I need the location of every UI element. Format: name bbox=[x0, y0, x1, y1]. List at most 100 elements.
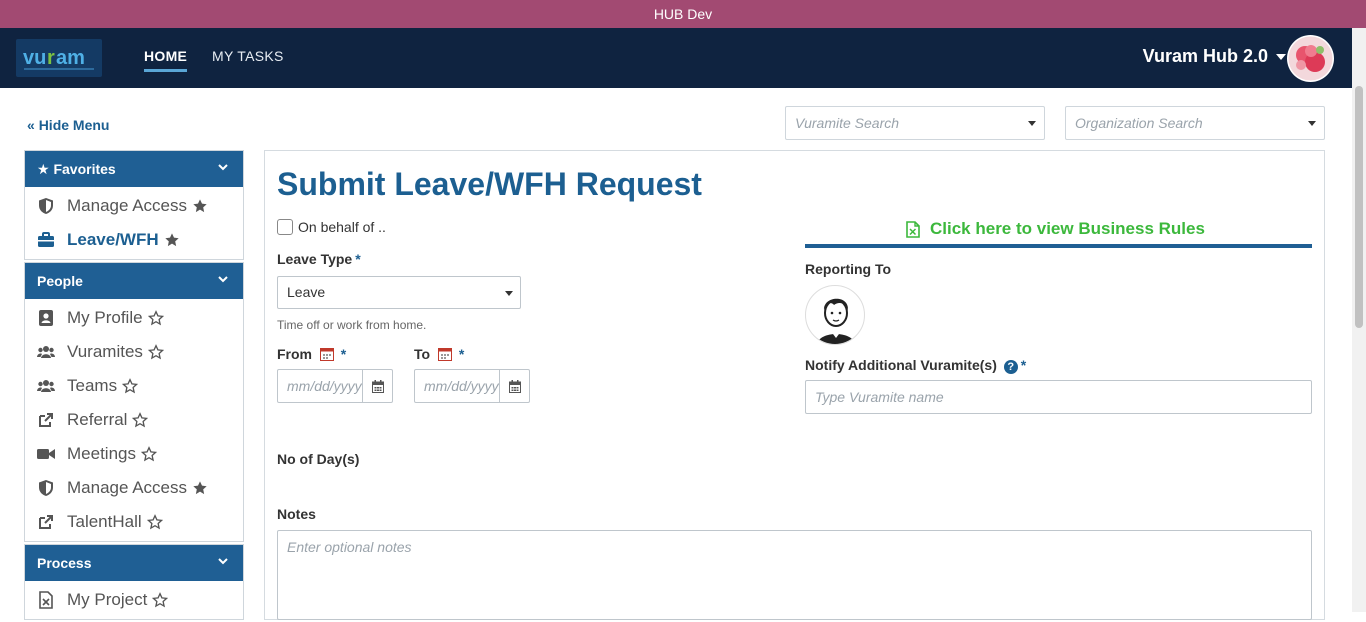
caret-down-icon[interactable] bbox=[1276, 54, 1286, 60]
group-title: People bbox=[37, 273, 83, 289]
star-outline-icon[interactable] bbox=[122, 378, 139, 394]
sidebar-item-label: My Project bbox=[67, 590, 148, 609]
notes-label: Notes bbox=[277, 506, 316, 522]
no-of-days-label: No of Day(s) bbox=[277, 451, 360, 467]
scrollbar-thumb[interactable] bbox=[1355, 86, 1363, 328]
on-behalf-option[interactable]: On behalf of .. bbox=[277, 219, 386, 235]
sidebar-item-talenthall[interactable]: TalentHall bbox=[25, 505, 243, 539]
sidebar-item-label: Manage Access bbox=[67, 196, 188, 215]
users-icon bbox=[37, 343, 55, 361]
notify-placeholder: Type Vuramite name bbox=[815, 389, 944, 405]
sidebar-item-manage-access[interactable]: Manage Access bbox=[25, 189, 243, 223]
star-filled-icon[interactable] bbox=[192, 198, 208, 214]
svg-text:r: r bbox=[47, 47, 55, 69]
brand-menu[interactable]: Vuram Hub 2.0 bbox=[1143, 46, 1268, 67]
sidebar-item-teams[interactable]: Teams bbox=[25, 369, 243, 403]
group-header-process[interactable]: Process bbox=[25, 545, 243, 581]
double-chevron-left-icon: « bbox=[27, 117, 35, 133]
organization-search-placeholder: Organization Search bbox=[1075, 115, 1203, 131]
sidebar-item-meetings[interactable]: Meetings bbox=[25, 437, 243, 471]
nav-my-tasks[interactable]: MY TASKS bbox=[212, 48, 284, 64]
page-scrollbar[interactable] bbox=[1352, 28, 1366, 612]
sidebar: ★ Favorites Manage Access Leave/WFH Peop… bbox=[24, 150, 244, 622]
from-date-picker-button[interactable] bbox=[362, 370, 392, 402]
user-avatar[interactable] bbox=[1287, 35, 1334, 82]
sidebar-item-label: Meetings bbox=[67, 444, 136, 463]
sidebar-item-vuramites[interactable]: Vuramites bbox=[25, 335, 243, 369]
calendar-icon bbox=[508, 379, 521, 393]
users-icon bbox=[37, 377, 55, 395]
star-outline-icon[interactable] bbox=[140, 446, 157, 462]
from-label-text: From bbox=[277, 346, 312, 362]
sidebar-item-label: Leave/WFH bbox=[67, 230, 159, 249]
video-icon bbox=[37, 445, 55, 463]
chevron-down-icon bbox=[218, 558, 228, 565]
star-filled-icon[interactable] bbox=[164, 232, 180, 248]
notify-vuramite-input[interactable]: Type Vuramite name bbox=[805, 380, 1312, 414]
sidebar-item-leave-wfh[interactable]: Leave/WFH bbox=[25, 223, 243, 257]
from-date-input[interactable]: mm/dd/yyyy bbox=[277, 369, 393, 403]
group-title: Process bbox=[37, 555, 92, 571]
sidebar-item-label: Teams bbox=[67, 376, 118, 395]
leave-type-hint: Time off or work from home. bbox=[277, 318, 427, 332]
reporting-to-label: Reporting To bbox=[805, 261, 892, 277]
sidebar-item-label: Referral bbox=[67, 410, 128, 429]
leave-type-select[interactable]: Leave bbox=[277, 276, 521, 309]
window-title: HUB Dev bbox=[653, 6, 713, 22]
star-filled-icon[interactable] bbox=[192, 480, 208, 496]
calendar-icon bbox=[371, 379, 384, 393]
star-outline-icon[interactable] bbox=[152, 592, 169, 608]
reporting-manager-avatar[interactable] bbox=[805, 285, 865, 345]
nav-active-indicator bbox=[144, 69, 187, 72]
hide-menu-link[interactable]: « Hide Menu bbox=[27, 117, 109, 133]
sidebar-item-label: Vuramites bbox=[67, 342, 143, 361]
vuramite-search-select[interactable]: Vuramite Search bbox=[785, 106, 1045, 140]
required-mark: * bbox=[458, 346, 465, 362]
chevron-down-icon bbox=[218, 164, 228, 171]
hide-menu-label: Hide Menu bbox=[38, 117, 110, 133]
excel-file-icon bbox=[37, 591, 55, 609]
required-mark: * bbox=[1020, 357, 1027, 373]
sidebar-group-people: People My Profile Vuramites Teams Referr… bbox=[24, 262, 244, 542]
sidebar-item-referral[interactable]: Referral bbox=[25, 403, 243, 437]
to-date-input[interactable]: mm/dd/yyyy bbox=[414, 369, 530, 403]
help-circle-icon[interactable]: ? bbox=[1003, 360, 1018, 374]
group-header-people[interactable]: People bbox=[25, 263, 243, 299]
star-outline-icon[interactable] bbox=[147, 344, 164, 360]
star-outline-icon[interactable] bbox=[146, 514, 163, 530]
nav-home[interactable]: HOME bbox=[144, 48, 187, 64]
sidebar-item-label: Manage Access bbox=[67, 478, 188, 497]
group-title: Favorites bbox=[53, 161, 116, 177]
sidebar-group-favorites: ★ Favorites Manage Access Leave/WFH bbox=[24, 150, 244, 260]
group-header-favorites[interactable]: ★ Favorites bbox=[25, 151, 243, 187]
svg-text:am: am bbox=[56, 47, 85, 69]
file-excel-icon bbox=[906, 220, 920, 238]
vuram-logo[interactable]: vu r am bbox=[16, 39, 102, 77]
leave-type-label: Leave Type * bbox=[277, 251, 361, 267]
share-icon bbox=[37, 513, 55, 531]
sidebar-item-my-profile[interactable]: My Profile bbox=[25, 301, 243, 335]
shield-icon bbox=[37, 479, 55, 497]
notes-textarea[interactable]: Enter optional notes bbox=[277, 530, 1312, 620]
business-rules-link[interactable]: Click here to view Business Rules bbox=[906, 219, 1205, 239]
caret-down-icon bbox=[1308, 121, 1316, 126]
page-title: Submit Leave/WFH Request bbox=[277, 166, 702, 202]
on-behalf-label: On behalf of .. bbox=[298, 219, 386, 235]
caret-down-icon bbox=[1028, 121, 1036, 126]
contact-card-icon bbox=[37, 309, 55, 327]
to-date-picker-button[interactable] bbox=[499, 370, 529, 402]
business-rules-label: Click here to view Business Rules bbox=[930, 219, 1205, 238]
shield-icon bbox=[37, 197, 55, 215]
on-behalf-checkbox[interactable] bbox=[277, 219, 293, 235]
to-label-text: To bbox=[414, 346, 431, 362]
calendar-icon bbox=[319, 348, 334, 361]
sidebar-item-manage-access-people[interactable]: Manage Access bbox=[25, 471, 243, 505]
svg-text:vu: vu bbox=[23, 47, 46, 69]
top-navbar: vu r am HOME MY TASKS Vuram Hub 2.0 bbox=[0, 28, 1366, 88]
star-outline-icon[interactable] bbox=[147, 310, 164, 326]
leave-type-label-text: Leave Type bbox=[277, 251, 353, 267]
required-mark: * bbox=[340, 346, 347, 362]
star-outline-icon[interactable] bbox=[132, 412, 149, 428]
sidebar-group-process: Process My Project bbox=[24, 544, 244, 620]
organization-search-select[interactable]: Organization Search bbox=[1065, 106, 1325, 140]
